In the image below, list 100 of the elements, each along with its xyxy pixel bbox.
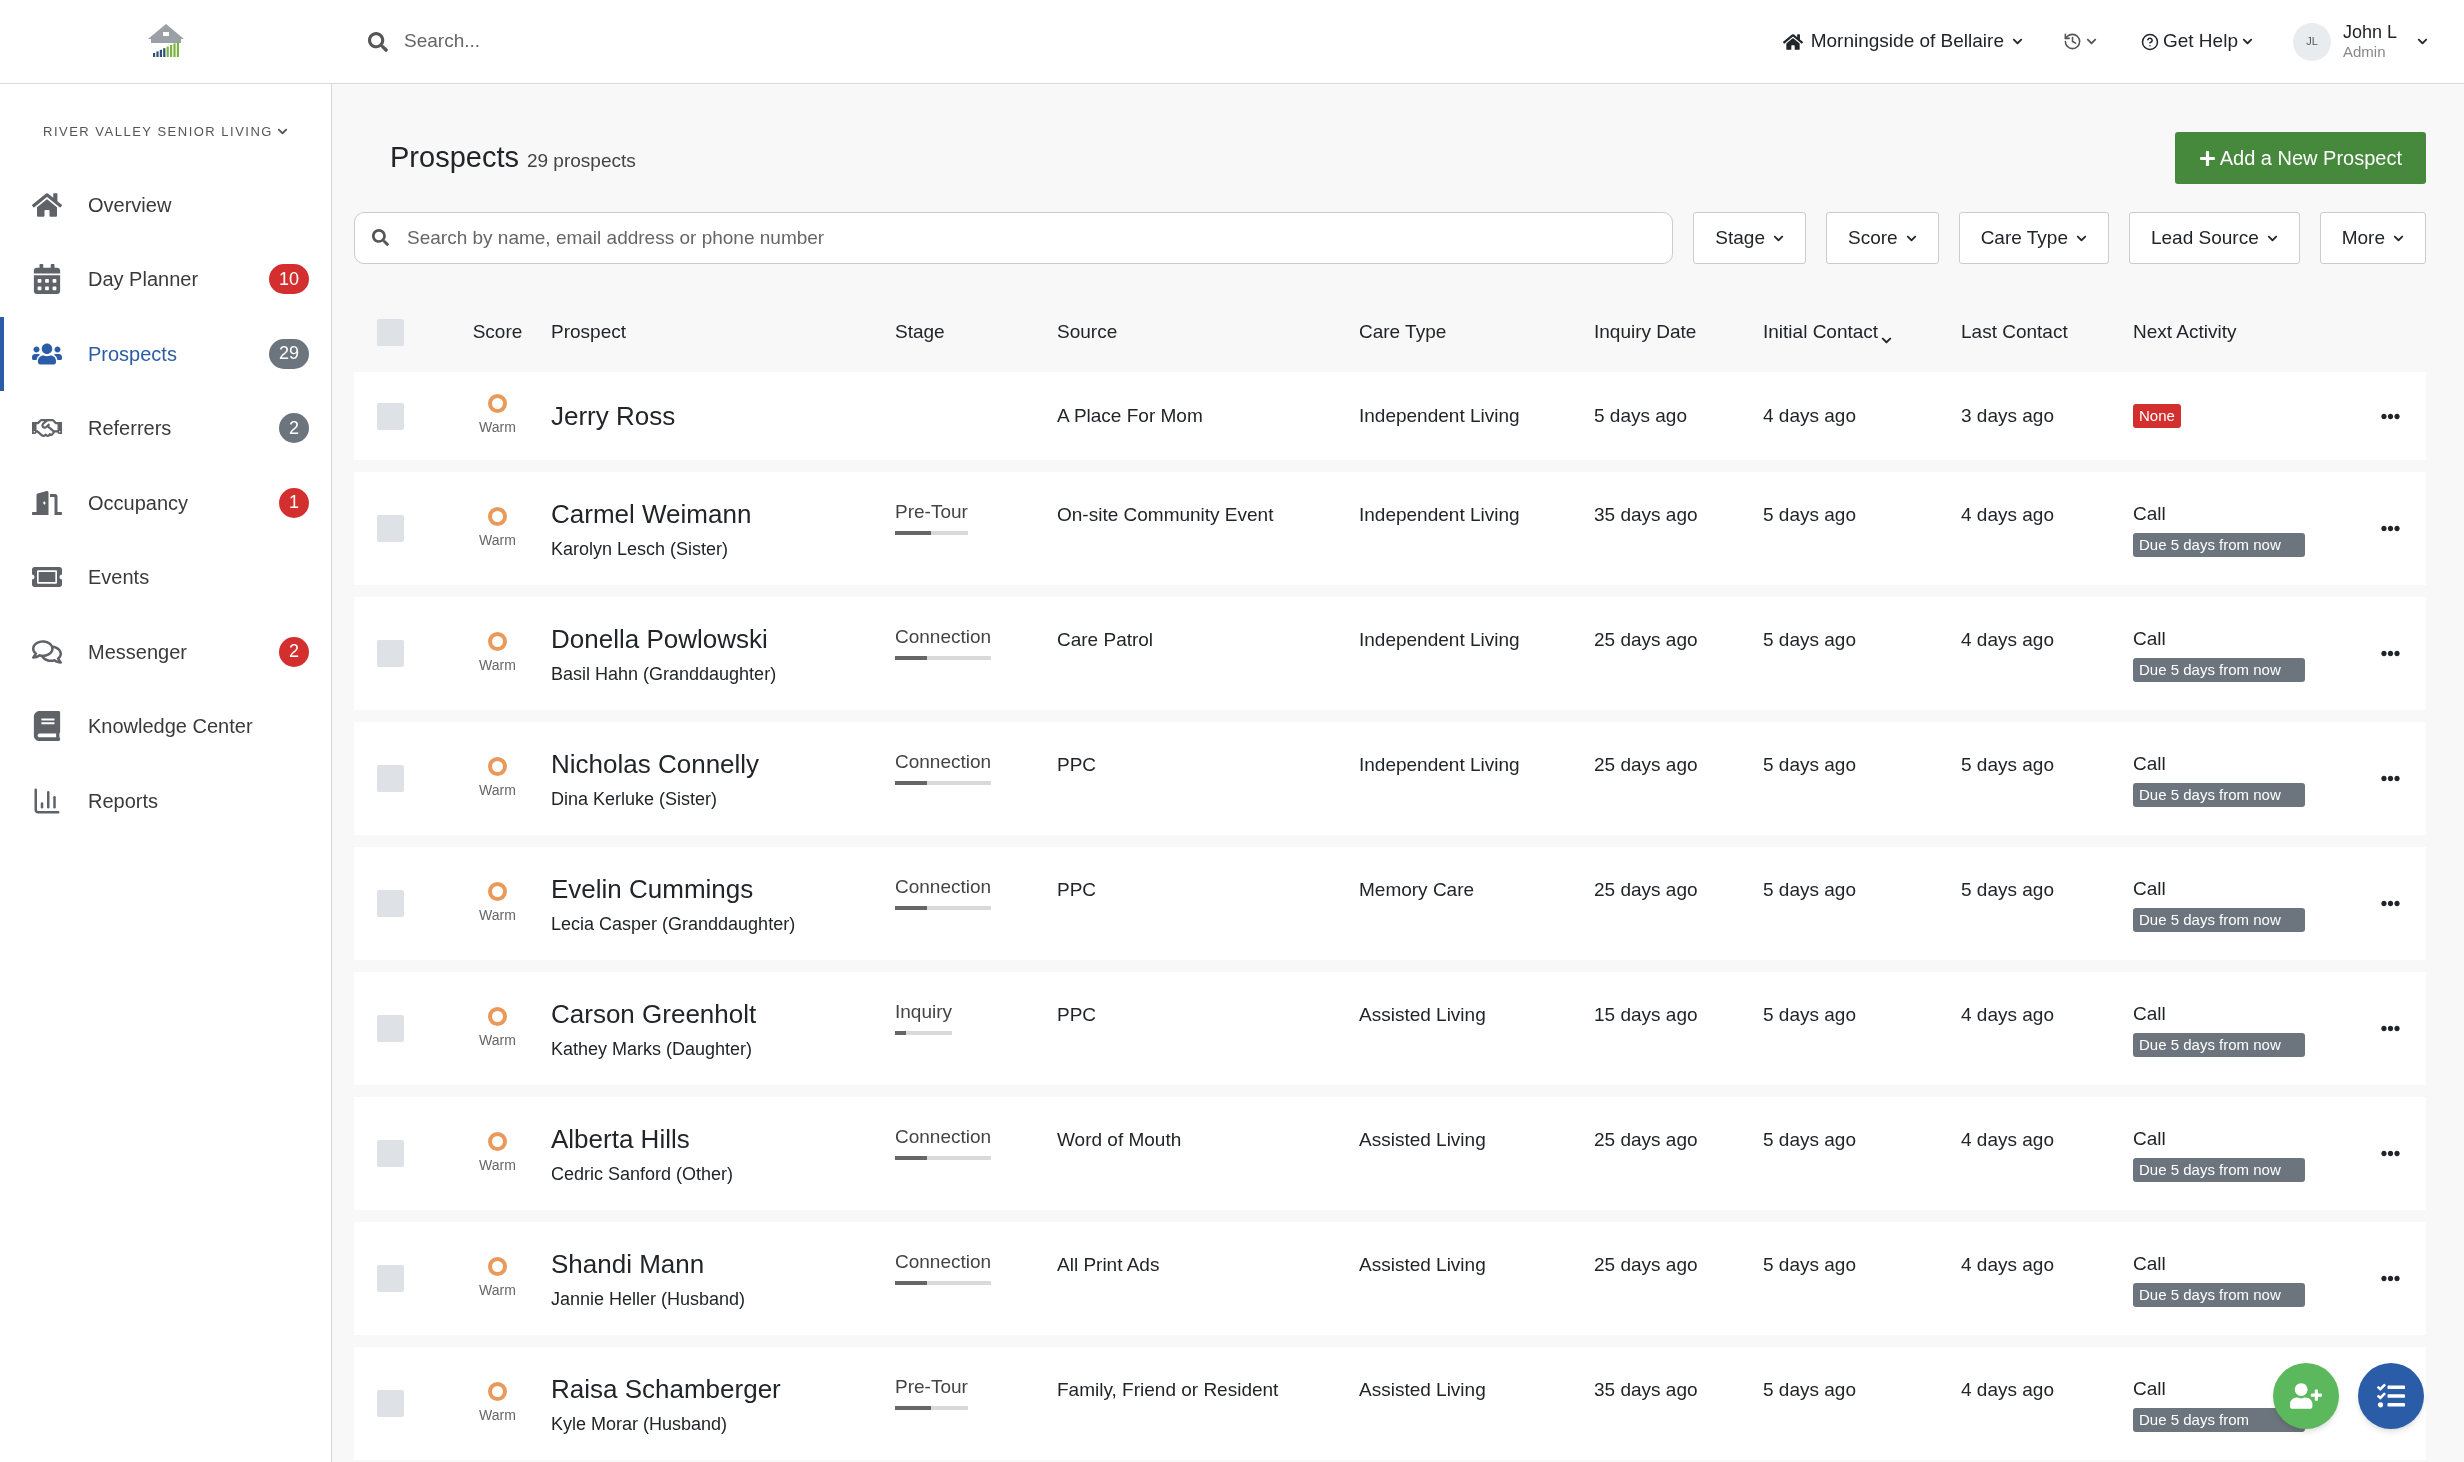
calendar-icon bbox=[32, 264, 62, 295]
count-badge: 29 bbox=[268, 338, 309, 369]
sidebar-label: Occupancy bbox=[88, 490, 190, 516]
prospect-name[interactable]: Alberta Hills bbox=[551, 1119, 895, 1159]
score-ring-icon bbox=[488, 631, 507, 651]
sidebar-item[interactable]: Knowledge Center bbox=[0, 689, 331, 764]
sidebar-label: Referrers bbox=[88, 416, 173, 442]
sidebar-item[interactable]: Day Planner 10 bbox=[0, 242, 331, 317]
organization-dropdown[interactable]: RIVER VALLEY SENIOR LIVING bbox=[43, 122, 288, 142]
sidebar-item[interactable]: Events bbox=[0, 540, 331, 615]
community-dropdown[interactable]: Morningside of Bellaire bbox=[1782, 27, 2023, 56]
column-header[interactable]: Stage bbox=[895, 317, 945, 347]
stage-label: Connection bbox=[895, 875, 992, 899]
select-all-checkbox[interactable] bbox=[377, 318, 404, 346]
activity-label: Call bbox=[2133, 1377, 2166, 1401]
chevron-icon bbox=[2011, 36, 2023, 47]
row-checkbox[interactable] bbox=[377, 1140, 404, 1167]
prospect-row[interactable]: Warm Carson Greenholt Kathey Marks (Daughter) Inquiry PPC Assisted Living 15 days ago 5 days ago 4 days ago Call Due 5 days from now bbox=[354, 972, 2426, 1085]
row-checkbox[interactable] bbox=[377, 402, 404, 430]
prospect-row[interactable]: Warm Donella Powlowski Basil Hahn (Granddaughter) Connection Care Patrol Independent Living 25 days ago 5 days ago 4 days ago Call Due 5 days from now bbox=[354, 597, 2426, 710]
prospect-row[interactable]: Warm Shandi Mann Jannie Heller (Husband) Connection All Print Ads Assisted Living 25 days ago 5 days ago 4 days ago Call Due 5 days from now bbox=[354, 1222, 2426, 1335]
column-header[interactable]: Source bbox=[1057, 317, 1118, 347]
stage-label: Connection bbox=[895, 625, 992, 649]
column-header[interactable]: Inquiry Date bbox=[1594, 317, 1697, 347]
filter-dropdown[interactable]: Care Type bbox=[1958, 212, 2109, 264]
row-checkbox[interactable] bbox=[377, 1265, 404, 1292]
score-label: Warm bbox=[479, 1405, 516, 1425]
last-contact-cell-text: 4 days ago bbox=[1961, 628, 2055, 652]
row-checkbox[interactable] bbox=[377, 1015, 404, 1042]
book-icon bbox=[32, 711, 62, 742]
sidebar-item[interactable]: Overview bbox=[0, 167, 331, 242]
filter-dropdown[interactable]: Score bbox=[1826, 212, 1939, 264]
score-ring-icon bbox=[488, 1256, 507, 1276]
contact-name: Jannie Heller (Husband) bbox=[551, 1287, 747, 1311]
history-dropdown[interactable] bbox=[2062, 32, 2097, 51]
due-badge: Due 5 days from now bbox=[2133, 657, 2305, 682]
filter-dropdown[interactable]: Lead Source bbox=[2128, 212, 2300, 264]
help-dropdown[interactable]: Get Help bbox=[2140, 27, 2253, 56]
initial-contact-cell-text: 5 days ago bbox=[1763, 1378, 1857, 1402]
score-ring-icon bbox=[488, 756, 507, 776]
prospect-name[interactable]: Jerry Ross bbox=[551, 396, 895, 436]
filter-dropdown[interactable]: Stage bbox=[1693, 212, 1806, 264]
add-prospect-button[interactable]: Add a New Prospect bbox=[2174, 132, 2426, 184]
score-ring-icon bbox=[488, 394, 507, 413]
stage-label: Connection bbox=[895, 750, 992, 774]
prospect-name[interactable]: Raisa Schamberger bbox=[551, 1369, 895, 1409]
prospect-row[interactable]: Warm Raisa Schamberger Kyle Morar (Husband) Pre-Tour Family, Friend or Resident Assisted Living 35 days ago 5 days ago 4 days ago Call Due 5 days from bbox=[354, 1347, 2426, 1460]
sidebar-label: Day Planner bbox=[88, 267, 200, 293]
sidebar-item[interactable]: Prospects 29 bbox=[0, 316, 331, 391]
sidebar-label: Messenger bbox=[88, 639, 188, 665]
due-badge: Due 5 days from now bbox=[2133, 1282, 2305, 1307]
prospect-row[interactable]: Warm Jerry Ross A Place For Mom Independent Living 5 days ago 4 days ago 3 days ago None bbox=[354, 372, 2426, 460]
contact-name: Dina Kerluke (Sister) bbox=[551, 787, 719, 811]
filter-dropdown[interactable]: More bbox=[2319, 212, 2426, 264]
care-type-cell-text: Independent Living bbox=[1359, 403, 1521, 428]
prospect-row[interactable]: Warm Alberta Hills Cedric Sanford (Other) Connection Word of Mouth Assisted Living 25 days ago 5 days ago 4 days ago Call Due 5 days from now bbox=[354, 1097, 2426, 1210]
sidebar-item[interactable]: Occupancy 1 bbox=[0, 465, 331, 540]
due-badge: Due 5 days from now bbox=[2133, 532, 2305, 557]
column-header[interactable]: Next Activity bbox=[2133, 317, 2237, 347]
inquiry-date-cell-text: 35 days ago bbox=[1594, 503, 1699, 527]
row-checkbox[interactable] bbox=[377, 640, 404, 667]
sidebar-item[interactable]: Reports bbox=[0, 763, 331, 838]
column-header[interactable]: Prospect bbox=[551, 317, 626, 347]
row-checkbox[interactable] bbox=[377, 890, 404, 917]
prospect-name[interactable]: Evelin Cummings bbox=[551, 869, 895, 909]
prospect-name[interactable]: Donella Powlowski bbox=[551, 619, 895, 659]
prospect-name[interactable]: Nicholas Connelly bbox=[551, 744, 895, 784]
due-badge: Due 5 days from now bbox=[2133, 907, 2305, 932]
source-cell-text: A Place For Mom bbox=[1057, 403, 1204, 428]
score-label: Warm bbox=[479, 418, 516, 437]
column-header[interactable]: Initial Contact bbox=[1763, 317, 1893, 347]
checklist-icon bbox=[2377, 1382, 2405, 1410]
prospect-row[interactable]: Warm Nicholas Connelly Dina Kerluke (Sister) Connection PPC Independent Living 25 days ago 5 days ago 5 days ago Call Due 5 days from now bbox=[354, 722, 2426, 835]
prospect-name[interactable]: Carson Greenholt bbox=[551, 994, 895, 1034]
sidebar-item[interactable]: Referrers 2 bbox=[0, 391, 331, 466]
prospect-name[interactable]: Carmel Weimann bbox=[551, 494, 895, 534]
row-checkbox[interactable] bbox=[377, 765, 404, 792]
column-header[interactable]: Last Contact bbox=[1961, 317, 2068, 347]
score-label: Warm bbox=[479, 1280, 516, 1300]
help-icon bbox=[2140, 32, 2159, 51]
column-header[interactable]: Score bbox=[472, 317, 523, 347]
search-field[interactable]: Search... bbox=[404, 27, 904, 56]
user-menu[interactable]: JL John L Admin bbox=[2292, 20, 2428, 63]
score-label: Warm bbox=[479, 530, 516, 550]
contact-name: Karolyn Lesch (Sister) bbox=[551, 537, 730, 561]
prospect-row[interactable]: Warm Evelin Cummings Lecia Casper (Granddaughter) Connection PPC Memory Care 25 days ago 5 days ago 5 days ago Call Due 5 days from now bbox=[354, 847, 2426, 960]
score-ring-icon bbox=[488, 1006, 507, 1026]
row-checkbox[interactable] bbox=[377, 515, 404, 542]
row-checkbox[interactable] bbox=[377, 1390, 404, 1417]
column-header[interactable]: Care Type bbox=[1359, 317, 1447, 347]
count-badge: 2 bbox=[279, 413, 309, 444]
search-icon bbox=[372, 229, 389, 246]
sidebar-item[interactable]: Messenger 2 bbox=[0, 614, 331, 689]
care-type-cell-text: Assisted Living bbox=[1359, 1378, 1487, 1402]
care-type-cell-text: Memory Care bbox=[1359, 878, 1476, 902]
prospect-name[interactable]: Shandi Mann bbox=[551, 1244, 895, 1284]
prospect-row[interactable]: Warm Carmel Weimann Karolyn Lesch (Sister) Pre-Tour On-site Community Event Independent Living 35 days ago 5 days ago 4 days ago Call Due 5 days from now bbox=[354, 472, 2426, 585]
sidebar-label: Prospects bbox=[88, 341, 178, 367]
prospect-search-field[interactable]: Search by name, email address or phone number bbox=[354, 212, 1674, 264]
initial-contact-cell-text: 5 days ago bbox=[1763, 1128, 1857, 1152]
